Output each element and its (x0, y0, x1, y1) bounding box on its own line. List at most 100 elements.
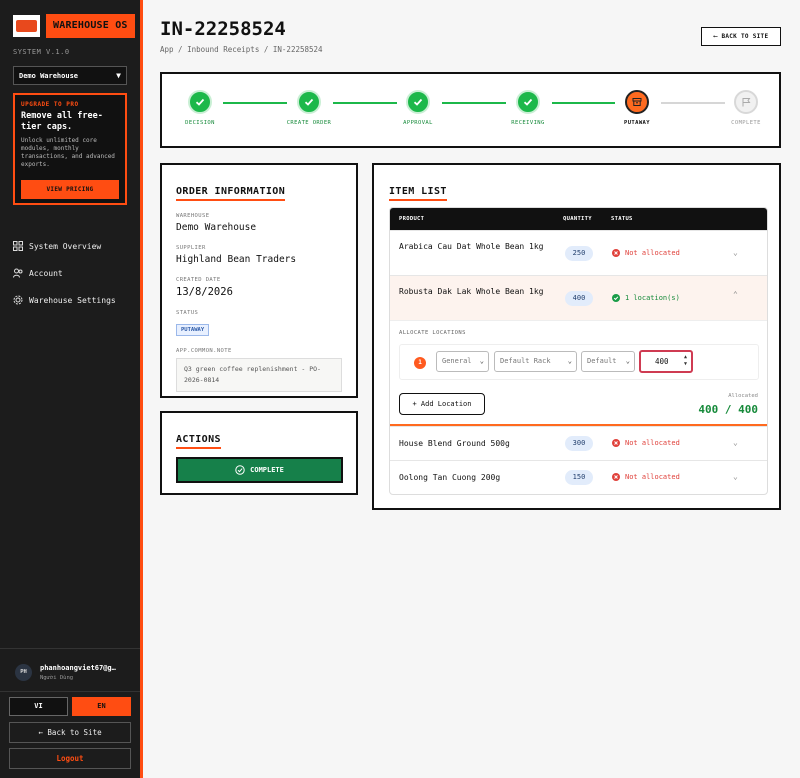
status-text: Not allocated (625, 439, 680, 447)
quantity-badge: 150 (565, 470, 593, 485)
check-icon (406, 90, 430, 114)
allocation-quantity-value: 400 (655, 357, 669, 366)
table-row[interactable]: House Blend Ground 500g 300 Not allocate… (390, 426, 767, 460)
upgrade-description: Unlock unlimited core modules, monthly t… (21, 137, 115, 168)
table-row[interactable]: Oolong Tan Cuong 200g 150 Not allocated … (390, 460, 767, 494)
brand-name: WAREHOUSE OS (46, 14, 135, 38)
sidebar-item-account[interactable]: Account (13, 267, 116, 279)
allocation-quantity-input[interactable]: 400 ▲ ▼ (639, 350, 693, 373)
chevron-down-icon[interactable]: ⌄ (733, 472, 738, 481)
table-row-expanded[interactable]: Robusta Dak Lak Whole Bean 1kg 400 1 loc… (390, 275, 767, 320)
avatar: PH (15, 664, 32, 681)
sidebar-item-system-overview[interactable]: System Overview (13, 240, 116, 252)
check-circle-icon (235, 465, 245, 475)
complete-button-label: COMPLETE (250, 466, 284, 474)
back-to-site-button[interactable]: ← Back to Site (9, 722, 131, 743)
x-circle-icon (612, 439, 620, 447)
sidebar-item-label: Account (29, 268, 63, 278)
stepper-arrows-icon[interactable]: ▲ ▼ (684, 354, 687, 368)
chevron-down-icon: ⌄ (567, 357, 572, 365)
add-location-button[interactable]: + Add Location (399, 393, 485, 415)
check-icon (516, 90, 540, 114)
step-label: CREATE ORDER (286, 120, 332, 126)
upgrade-card: UPGRADE TO PRO Remove all free-tier caps… (13, 93, 127, 205)
quantity-badge: 400 (565, 291, 593, 306)
supplier-label: SUPPLIER (176, 245, 206, 251)
chevron-down-icon: ⌄ (479, 357, 484, 365)
check-icon (188, 90, 212, 114)
upgrade-tag: UPGRADE TO PRO (21, 101, 79, 108)
status-text: Not allocated (625, 473, 680, 481)
actions-card: ACTIONS COMPLETE (160, 411, 358, 495)
status-badge: PUTAWAY (176, 324, 210, 336)
allocate-label: ALLOCATE LOCATIONS (399, 330, 466, 336)
step-putaway: PUTAWAY (607, 90, 667, 127)
step-decision: DECISION (170, 90, 230, 127)
user-profile[interactable]: PH phanhoangviet67@g… Người Dùng (0, 648, 140, 692)
complete-button[interactable]: COMPLETE (176, 457, 343, 483)
page-title: IN-22258524 (160, 18, 286, 40)
logout-button[interactable]: Logout (9, 748, 131, 769)
order-information-card: ORDER INFORMATION WAREHOUSE Demo Warehou… (160, 163, 358, 398)
warehouse-value: Demo Warehouse (176, 222, 257, 233)
step-label: DECISION (185, 120, 215, 126)
sidebar-item-label: Warehouse Settings (29, 295, 116, 305)
user-role: Người Dùng (40, 675, 74, 681)
step-complete: COMPLETE (716, 90, 776, 127)
product-name: Arabica Cau Dat Whole Bean 1kg (399, 242, 544, 251)
status-label: STATUS (176, 310, 199, 316)
lang-en-button[interactable]: EN (72, 697, 131, 716)
back-to-site-top-button[interactable]: ⟵ BACK TO SITE (701, 27, 781, 46)
step-create-order: CREATE ORDER (279, 90, 339, 127)
note-field: Q3 green coffee replenishment - PO-2026-… (176, 358, 342, 392)
view-pricing-button[interactable]: VIEW PRICING (21, 180, 119, 199)
status-indicator: 1 location(s) (612, 294, 680, 302)
grid-icon (13, 241, 23, 251)
step-connector (442, 102, 506, 104)
bin-select[interactable]: Default ⌄ (581, 351, 635, 372)
note-label: APP.COMMON.NOTE (176, 348, 232, 354)
status-text: 1 location(s) (625, 294, 680, 302)
version-label: SYSTEM V.1.0 (13, 48, 70, 56)
table-row[interactable]: Arabica Cau Dat Whole Bean 1kg 250 Not a… (390, 230, 767, 275)
allocated-value: 400 / 400 (698, 403, 758, 416)
zone-select[interactable]: General ⌄ (436, 351, 489, 372)
arrow-left-icon: ⟵ (713, 33, 718, 40)
status-indicator: Not allocated (612, 249, 680, 257)
rack-select[interactable]: Default Rack ⌄ (494, 351, 577, 372)
chevron-down-icon: ⌄ (625, 357, 630, 365)
product-name: Robusta Dak Lak Whole Bean 1kg (399, 287, 544, 296)
created-date-label: CREATED DATE (176, 277, 221, 283)
allocate-locations-panel: ALLOCATE LOCATIONS 1 General ⌄ Default R… (390, 320, 767, 426)
user-email: phanhoangviet67@g… (40, 664, 116, 672)
supplier-value: Highland Bean Traders (176, 254, 297, 265)
col-status: STATUS (611, 216, 633, 222)
sidebar: WAREHOUSE OS SYSTEM V.1.0 Demo Warehouse… (0, 0, 143, 778)
sidebar-item-label: System Overview (29, 241, 102, 251)
check-icon (297, 90, 321, 114)
chevron-down-icon[interactable]: ⌄ (733, 438, 738, 447)
col-product: PRODUCT (399, 216, 425, 222)
sidebar-nav: System Overview Account Warehouse Settin… (13, 240, 116, 321)
caret-down-icon: ▼ (116, 71, 121, 80)
chevron-down-icon[interactable]: ⌄ (733, 248, 738, 257)
allocation-row: 1 General ⌄ Default Rack ⌄ Default ⌄ 400… (399, 344, 759, 380)
chevron-up-icon[interactable]: ⌃ (733, 290, 738, 299)
warehouse-select[interactable]: Demo Warehouse ▼ (13, 66, 127, 85)
workflow-stepper: DECISION CREATE ORDER APPROVAL RECEIVING… (160, 72, 781, 148)
users-icon (13, 268, 23, 278)
step-connector (552, 102, 615, 104)
lang-vi-button[interactable]: VI (9, 697, 68, 716)
brand-row[interactable]: WAREHOUSE OS (13, 14, 135, 38)
sidebar-item-warehouse-settings[interactable]: Warehouse Settings (13, 294, 116, 306)
step-receiving: RECEIVING (498, 90, 558, 127)
gear-icon (13, 295, 23, 305)
step-label: APPROVAL (403, 120, 433, 126)
items-table: PRODUCT QUANTITY STATUS Arabica Cau Dat … (389, 207, 768, 495)
allocated-label: Allocated (728, 393, 758, 399)
upgrade-title: Remove all free-tier caps. (21, 111, 103, 132)
status-indicator: Not allocated (612, 473, 680, 481)
col-quantity: QUANTITY (563, 216, 592, 222)
x-circle-icon (612, 473, 620, 481)
allocation-index: 1 (414, 357, 426, 369)
